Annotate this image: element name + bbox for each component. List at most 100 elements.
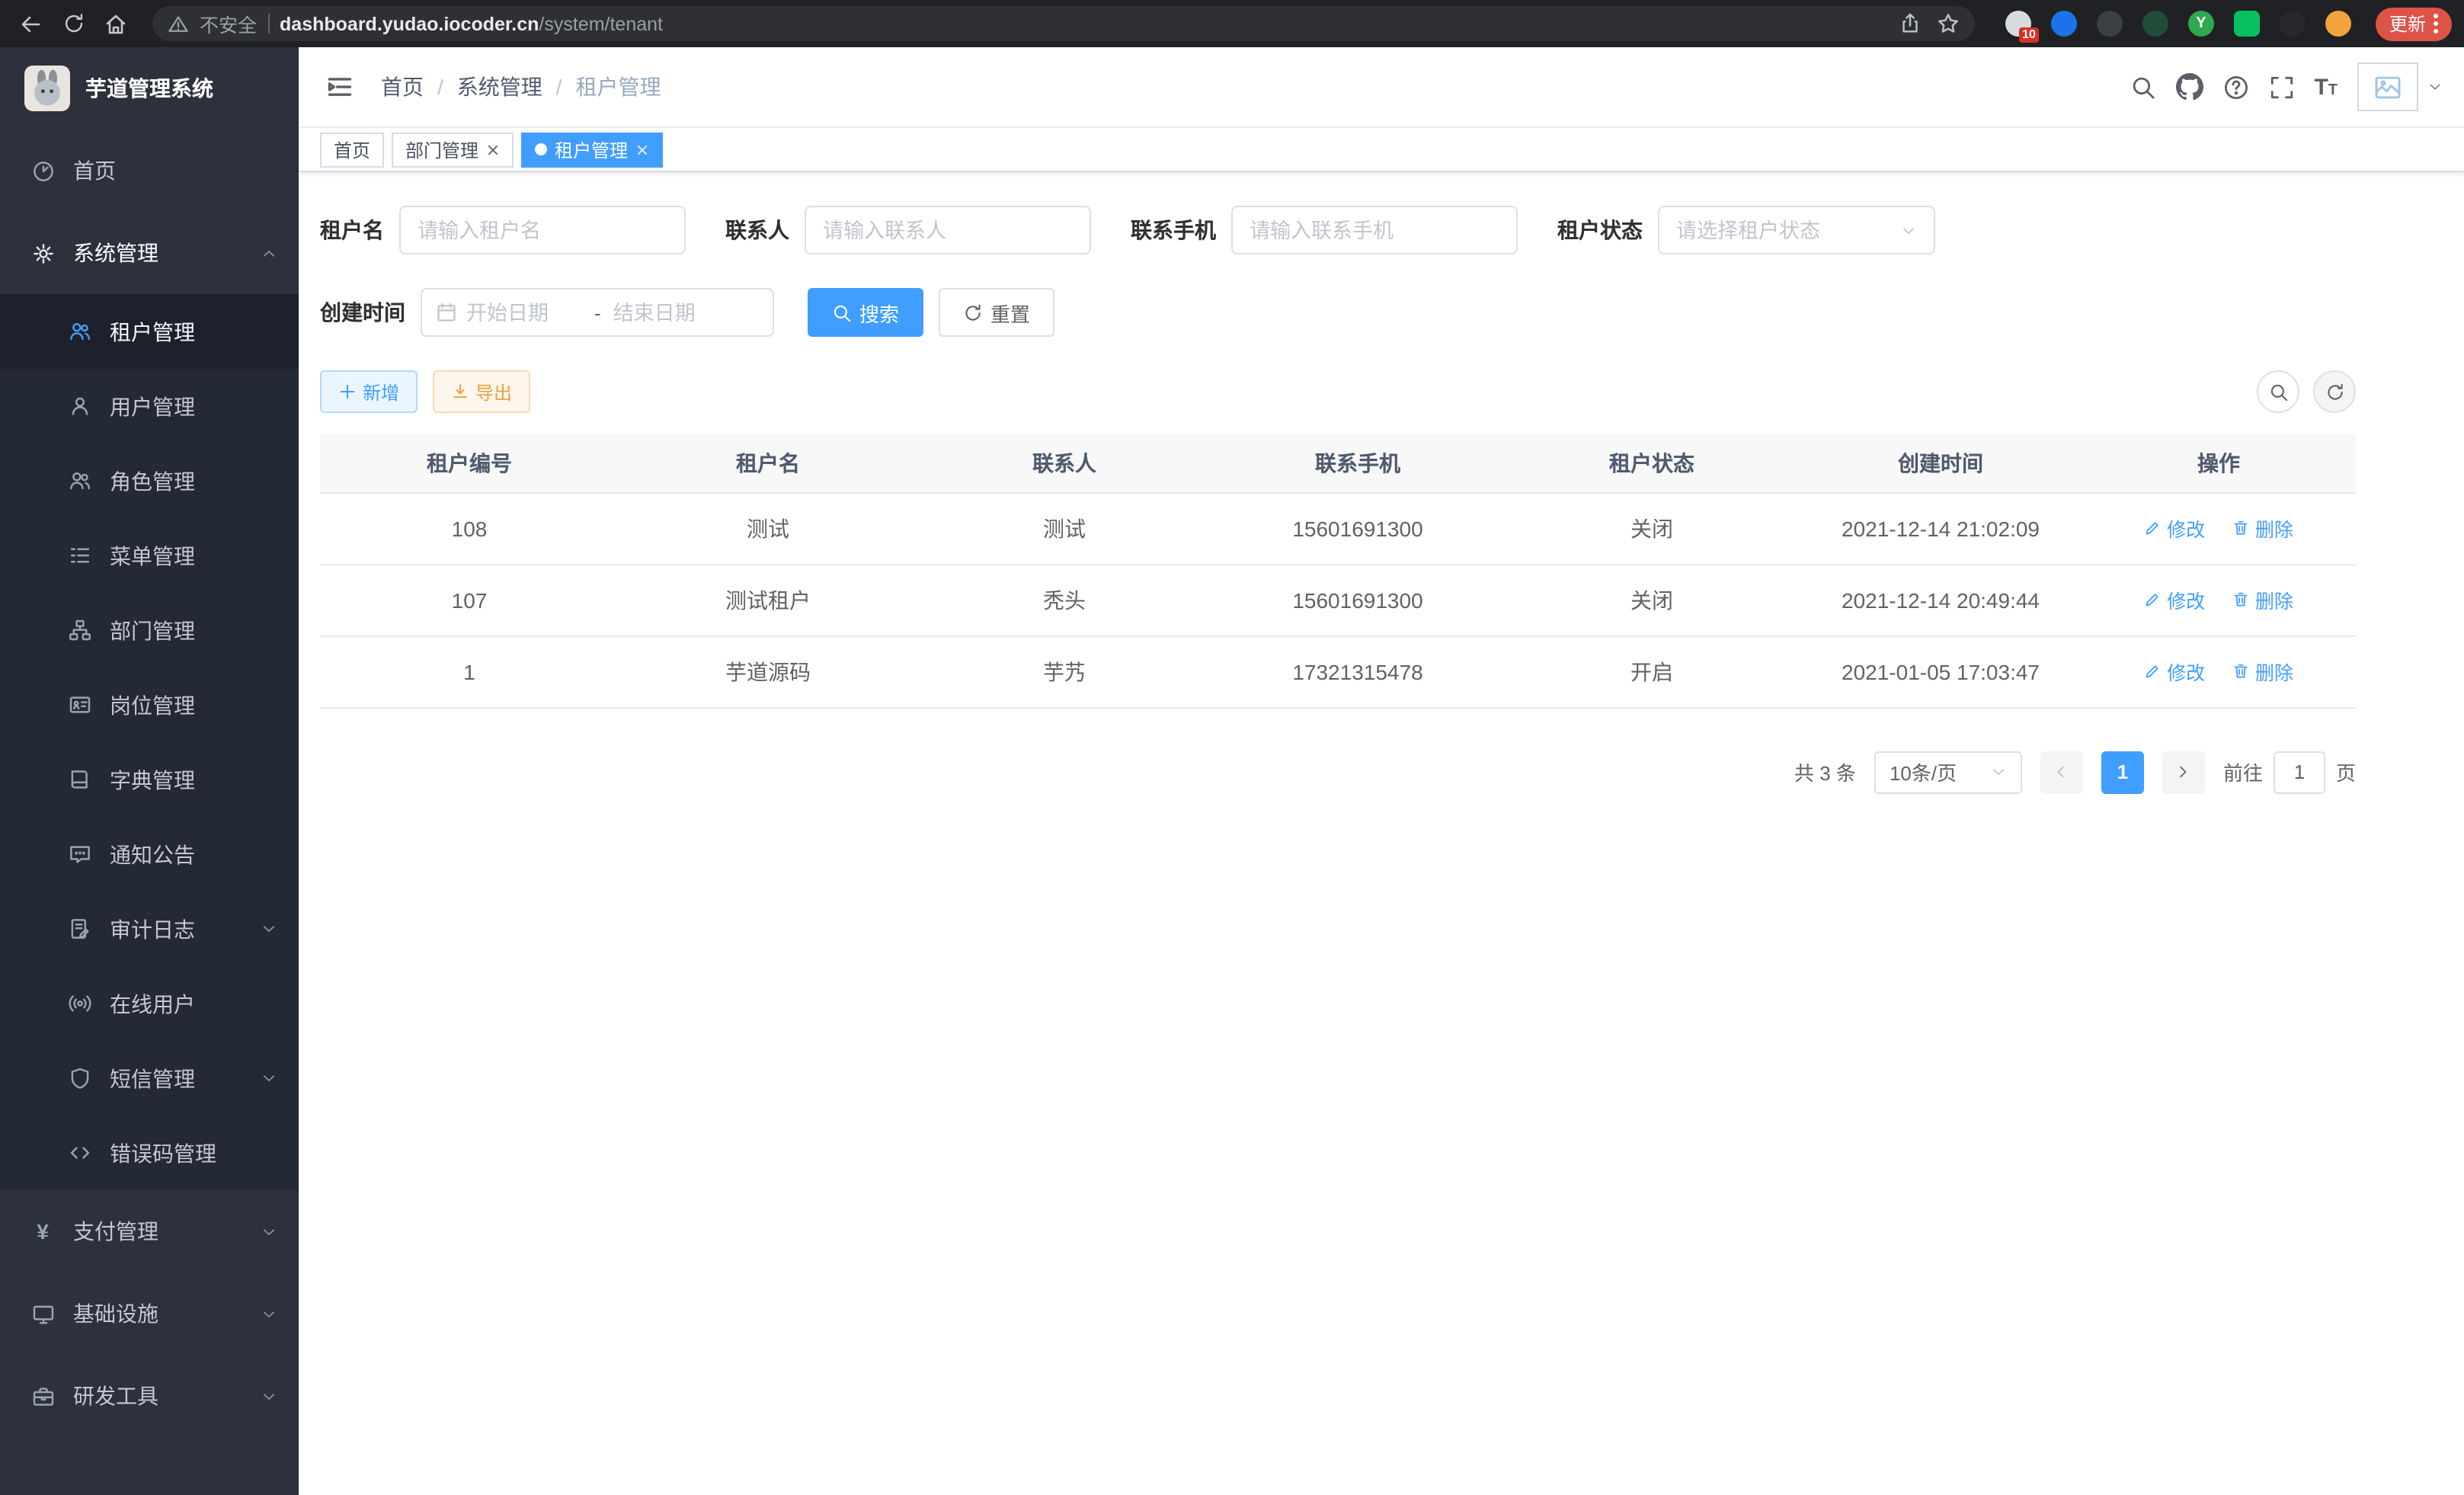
sidebar-item-menu[interactable]: 菜单管理 (0, 518, 299, 593)
chrome-update-button[interactable]: 更新 (2376, 7, 2452, 40)
extension-icon[interactable] (2051, 11, 2077, 37)
extension-icon[interactable] (2234, 11, 2260, 37)
sidebar-item-user[interactable]: 用户管理 (0, 369, 299, 443)
col-tenant-id: 租户编号 (320, 434, 619, 492)
breadcrumb: 首页 / 系统管理 / 租户管理 (381, 72, 661, 102)
help-icon[interactable] (2222, 74, 2248, 100)
delete-link[interactable]: 删除 (2232, 585, 2293, 614)
back-icon[interactable] (12, 5, 49, 42)
sidebar-item-system[interactable]: 系统管理 (0, 212, 299, 294)
phone-field[interactable] (1250, 219, 1499, 242)
add-button[interactable]: 新增 (320, 370, 418, 413)
share-icon[interactable] (1899, 12, 1922, 35)
sidebar-item-payment[interactable]: ¥ 支付管理 (0, 1190, 299, 1273)
breadcrumb-system[interactable]: 系统管理 (457, 72, 542, 102)
extension-icon[interactable]: 10 (2005, 11, 2031, 37)
app-title: 芋道管理系统 (85, 73, 213, 104)
reset-button[interactable]: 重置 (939, 288, 1054, 337)
bookmark-star-icon[interactable] (1937, 12, 1960, 35)
browser-menu-icon[interactable] (2434, 14, 2438, 34)
tab-tenant[interactable]: 租户管理 (521, 132, 663, 167)
security-label[interactable]: 不安全 (200, 9, 257, 38)
user-menu[interactable] (2357, 62, 2443, 111)
breadcrumb-home[interactable]: 首页 (381, 72, 424, 102)
page-number-1[interactable]: 1 (2101, 751, 2144, 793)
tab-home[interactable]: 首页 (320, 132, 384, 167)
goto-page-input[interactable] (2274, 751, 2325, 793)
sidebar-item-dev-tools[interactable]: 研发工具 (0, 1355, 299, 1437)
sidebar-item-role[interactable]: 角色管理 (0, 443, 299, 518)
chevron-up-icon (261, 245, 277, 261)
extension-icon[interactable]: Y (2188, 11, 2214, 37)
search-icon[interactable] (2130, 74, 2155, 100)
prev-page-button[interactable] (2040, 751, 2083, 793)
sidebar: 芋道管理系统 首页 系统管理 (0, 47, 299, 1495)
tab-dept[interactable]: 部门管理 (392, 132, 514, 167)
edit-link[interactable]: 修改 (2144, 585, 2205, 614)
font-size-icon[interactable]: TT (2314, 74, 2338, 100)
next-page-button[interactable] (2162, 751, 2205, 793)
phone-input[interactable] (1231, 206, 1518, 255)
fullscreen-icon[interactable] (2268, 74, 2294, 100)
col-created: 创建时间 (1800, 434, 2082, 492)
sidebar-item-post[interactable]: 岗位管理 (0, 667, 299, 742)
home-icon[interactable] (98, 5, 134, 42)
github-icon[interactable] (2175, 73, 2203, 101)
extension-icon[interactable] (2097, 11, 2123, 37)
avatar-broken-image (2357, 62, 2418, 111)
caret-down-icon (2427, 79, 2443, 94)
org-tree-icon (67, 619, 91, 642)
edit-link[interactable]: 修改 (2144, 514, 2205, 543)
page-content: 租户名 联系人 联系手机 (299, 172, 2464, 793)
sidebar-item-online-users[interactable]: 在线用户 (0, 966, 299, 1041)
url-path: /system/tenant (539, 13, 663, 34)
search-button[interactable]: 搜索 (808, 288, 923, 337)
export-button[interactable]: 导出 (433, 370, 530, 413)
sidebar-item-dict[interactable]: 字典管理 (0, 742, 299, 817)
tenant-table: 租户编号 租户名 联系人 联系手机 租户状态 创建时间 操作 108 测试 (320, 434, 2356, 708)
col-status: 租户状态 (1504, 434, 1800, 492)
logo[interactable]: 芋道管理系统 (0, 47, 299, 130)
status-select[interactable] (1658, 206, 1935, 255)
extension-icon[interactable] (2280, 11, 2306, 37)
status-select-field[interactable] (1676, 219, 1894, 242)
page-size-select[interactable]: 10条/页 (1874, 751, 2022, 793)
hide-search-toggle-button[interactable] (2257, 370, 2299, 413)
contact-input[interactable] (805, 206, 1091, 255)
url-text[interactable]: dashboard.yudao.iocoder.cn/system/tenant (280, 13, 1888, 34)
date-start-field[interactable] (466, 301, 582, 324)
tenant-name-field[interactable] (418, 219, 667, 242)
sidebar-toggle-icon[interactable] (320, 67, 360, 107)
search-form-row-1: 租户名 联系人 联系手机 (320, 206, 2464, 255)
sidebar-item-audit-log[interactable]: 审计日志 (0, 892, 299, 966)
chevron-down-icon (261, 1223, 277, 1240)
col-actions: 操作 (2082, 434, 2356, 492)
date-range-picker[interactable]: - (421, 288, 774, 337)
contact-field[interactable] (823, 219, 1073, 242)
sidebar-item-sms[interactable]: 短信管理 (0, 1041, 299, 1116)
edit-link[interactable]: 修改 (2144, 657, 2205, 686)
tenant-users-icon (67, 320, 91, 343)
sidebar-item-error-code[interactable]: 错误码管理 (0, 1116, 299, 1190)
extension-icon[interactable] (2325, 11, 2351, 37)
url-domain: dashboard.yudao.iocoder.cn (280, 13, 539, 34)
chevron-down-icon (261, 1305, 277, 1322)
sidebar-item-tenant[interactable]: 租户管理 (0, 294, 299, 369)
sidebar-item-home[interactable]: 首页 (0, 130, 299, 212)
date-end-field[interactable] (613, 301, 729, 324)
total-count: 共 3 条 (1794, 757, 1856, 786)
reload-icon[interactable] (55, 5, 91, 42)
address-bar[interactable]: 不安全 dashboard.yudao.iocoder.cn/system/te… (152, 6, 1975, 41)
tab-close-icon[interactable] (486, 142, 500, 156)
delete-link[interactable]: 删除 (2232, 514, 2293, 543)
broadcast-icon (67, 992, 91, 1015)
status-text: 开启 (1504, 635, 1800, 707)
refresh-button[interactable] (2313, 370, 2356, 413)
tab-close-icon[interactable] (635, 142, 649, 156)
sidebar-item-dept[interactable]: 部门管理 (0, 593, 299, 667)
extension-icon[interactable] (2142, 11, 2168, 37)
tenant-name-input[interactable] (399, 206, 686, 255)
sidebar-item-notice[interactable]: 通知公告 (0, 817, 299, 892)
delete-link[interactable]: 删除 (2232, 657, 2293, 686)
sidebar-item-infrastructure[interactable]: 基础设施 (0, 1273, 299, 1355)
